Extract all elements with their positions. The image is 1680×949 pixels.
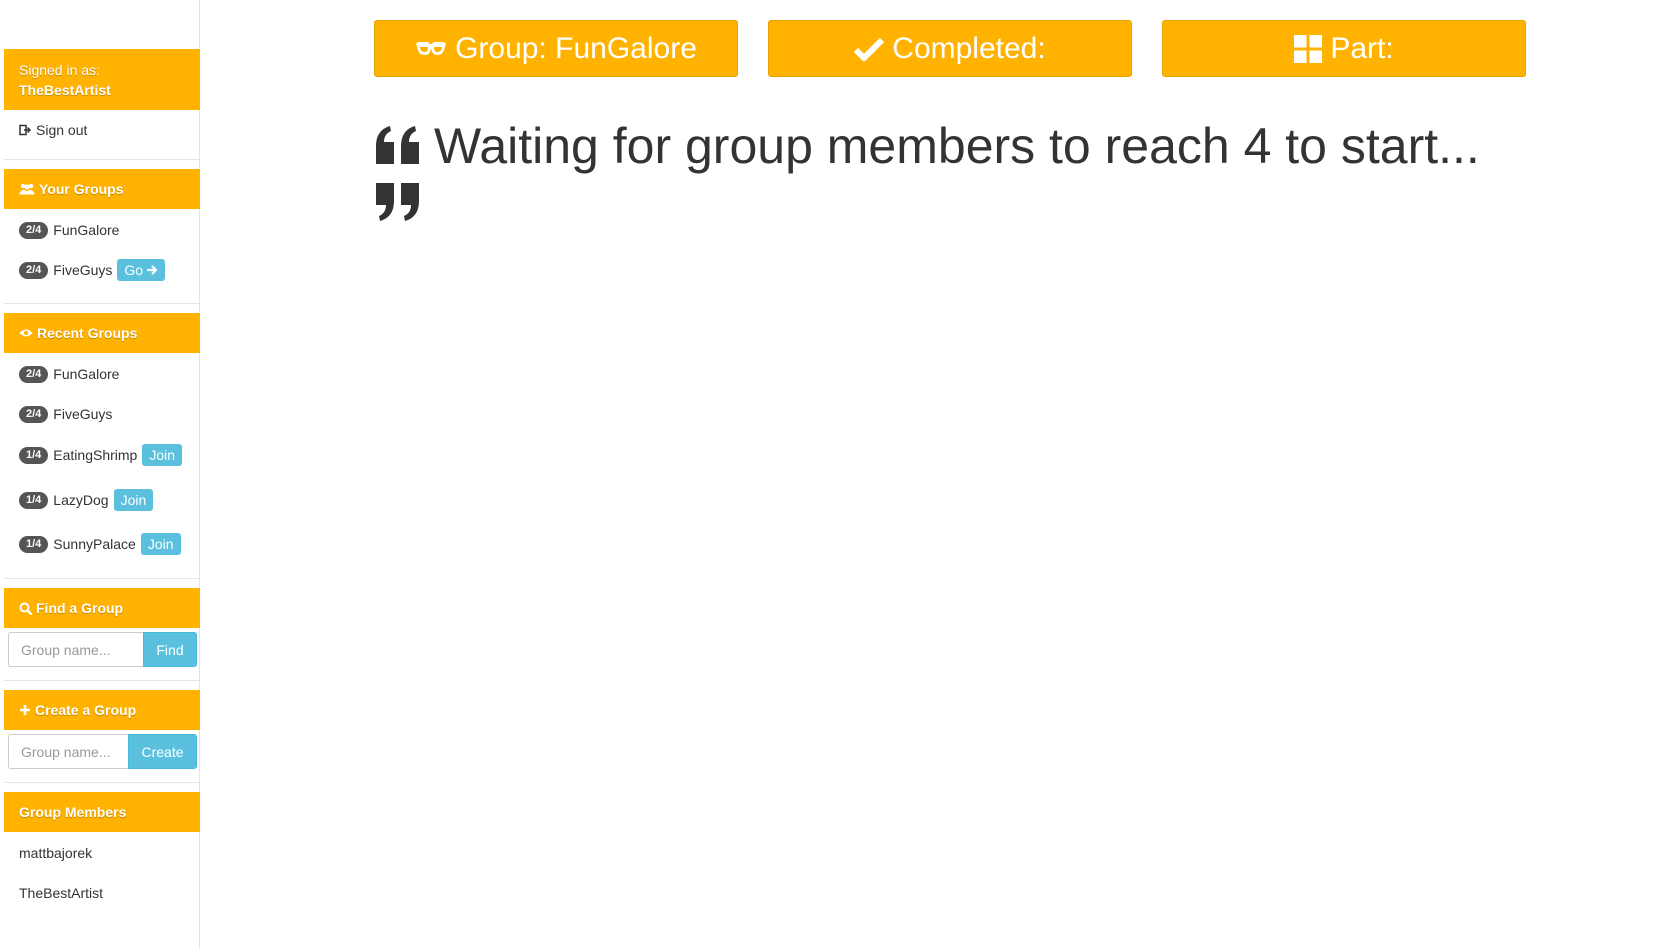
member-item: mattbajorek	[19, 841, 92, 865]
go-label: Go	[124, 262, 144, 278]
recent-group-item[interactable]: 1/4 EatingShrimp Join	[19, 443, 183, 467]
sign-out-icon	[19, 124, 31, 136]
go-button[interactable]: Go	[117, 259, 166, 281]
search-icon	[19, 602, 32, 615]
member-count-badge: 2/4	[19, 405, 49, 423]
sidebar: Signed in as: TheBestArtist Sign out You…	[0, 0, 200, 949]
create-button[interactable]: Create	[128, 734, 197, 769]
group-members-title: Group Members	[19, 804, 127, 820]
create-group-header: Create a Group	[4, 690, 200, 730]
create-group-title: Create a Group	[35, 702, 137, 718]
waiting-message: Waiting for group members to reach 4 to …	[374, 118, 1524, 234]
group-button[interactable]: Group: FunGalore	[374, 20, 738, 77]
member-count-badge: 1/4	[19, 491, 49, 509]
group-name: FunGalore	[53, 366, 120, 382]
member-count-badge: 2/4	[19, 365, 49, 383]
divider	[4, 159, 200, 160]
group-name: FiveGuys	[53, 406, 113, 422]
join-button[interactable]: Join	[113, 489, 154, 511]
divider	[4, 782, 200, 783]
member-count-badge: 2/4	[19, 261, 49, 279]
create-group-input[interactable]	[8, 734, 128, 769]
plus-icon	[20, 705, 30, 715]
divider	[4, 303, 200, 304]
member-count-badge: 2/4	[19, 221, 49, 239]
your-groups-title: Your Groups	[39, 181, 124, 197]
find-group-input[interactable]	[8, 632, 143, 667]
part-button-label: Part:	[1330, 31, 1394, 65]
group-name: EatingShrimp	[53, 447, 138, 463]
recent-groups-title: Recent Groups	[37, 325, 138, 341]
divider	[4, 578, 200, 579]
divider	[4, 680, 200, 681]
member-count-badge: 1/4	[19, 535, 49, 553]
quote-left-icon	[376, 126, 419, 164]
signed-in-user: TheBestArtist	[19, 81, 111, 98]
signed-in-panel: Signed in as: TheBestArtist	[4, 49, 200, 110]
your-group-item[interactable]: 2/4 FunGalore	[19, 218, 119, 242]
users-icon	[19, 183, 35, 195]
grid-icon	[1294, 34, 1323, 63]
check-icon	[854, 37, 885, 61]
find-group-title: Find a Group	[36, 600, 124, 616]
join-button[interactable]: Join	[140, 533, 181, 555]
group-name: FunGalore	[53, 222, 120, 238]
recent-groups-header: Recent Groups	[4, 313, 200, 353]
group-name: LazyDog	[53, 492, 109, 508]
your-group-item[interactable]: 2/4 FiveGuys Go	[19, 258, 166, 282]
member-name: TheBestArtist	[19, 885, 104, 901]
arrow-right-icon	[147, 265, 158, 275]
glasses-icon	[416, 41, 447, 55]
member-item: TheBestArtist	[19, 881, 103, 905]
recent-group-item[interactable]: 1/4 LazyDog Join	[19, 488, 154, 512]
create-group-form: Create	[8, 734, 197, 769]
member-name: mattbajorek	[19, 845, 93, 861]
sign-out-label: Sign out	[36, 122, 88, 138]
eye-icon	[19, 329, 33, 337]
member-count-badge: 1/4	[19, 446, 49, 464]
group-name: FiveGuys	[53, 262, 113, 278]
completed-button[interactable]: Completed:	[768, 20, 1132, 77]
recent-group-item[interactable]: 2/4 FiveGuys	[19, 402, 112, 426]
group-button-label: Group: FunGalore	[455, 31, 697, 65]
group-name: SunnyPalace	[53, 536, 136, 552]
quote-right-icon	[376, 183, 419, 221]
signed-in-label: Signed in as:	[19, 61, 100, 78]
completed-button-label: Completed:	[892, 31, 1046, 65]
join-button[interactable]: Join	[142, 444, 183, 466]
group-members-header: Group Members	[4, 792, 200, 832]
find-group-form: Find	[8, 632, 197, 667]
find-group-header: Find a Group	[4, 588, 200, 628]
waiting-text: Waiting for group members to reach 4 to …	[434, 118, 1480, 174]
sign-out-link[interactable]: Sign out	[19, 118, 87, 142]
recent-group-item[interactable]: 2/4 FunGalore	[19, 362, 119, 386]
part-button[interactable]: Part:	[1162, 20, 1526, 77]
recent-group-item[interactable]: 1/4 SunnyPalace Join	[19, 532, 181, 556]
your-groups-header: Your Groups	[4, 169, 200, 209]
find-button[interactable]: Find	[143, 632, 197, 667]
